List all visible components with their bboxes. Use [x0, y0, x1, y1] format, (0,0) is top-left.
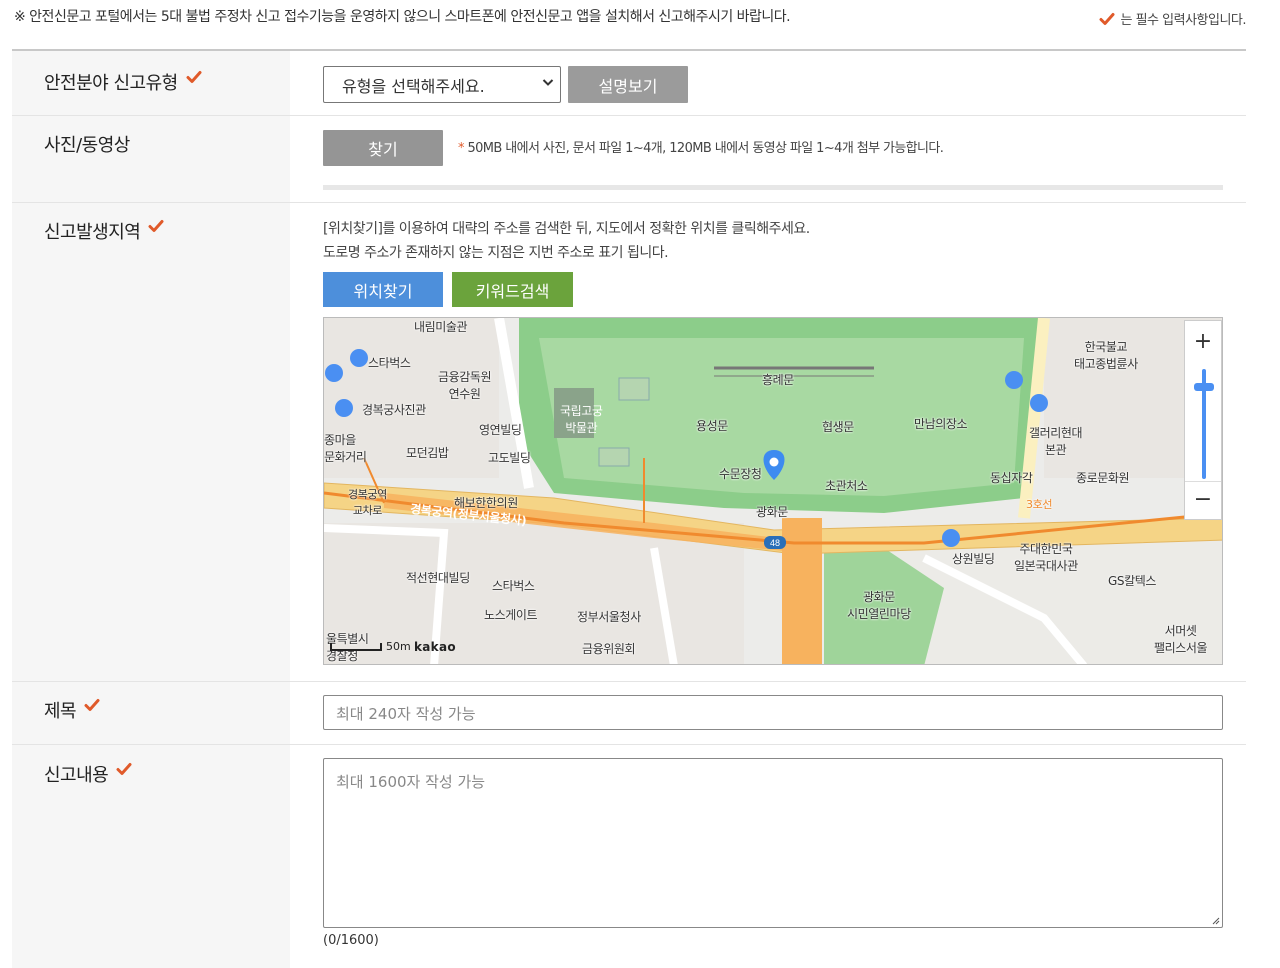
- media-label-text: 사진/동영상: [44, 135, 130, 156]
- media-label: 사진/동영상: [12, 116, 290, 202]
- file-list-area: [323, 185, 1223, 190]
- map-label: 광화문 시민열린마당: [847, 590, 911, 621]
- content-textarea[interactable]: 최대 1600자 작성 가능: [323, 758, 1223, 928]
- map-scale-text: 50m: [386, 640, 411, 653]
- check-icon: [1099, 12, 1114, 25]
- map-label: 스타벅스: [492, 579, 535, 593]
- map-label: 초관처소: [825, 479, 868, 493]
- map-label: 국립고궁 박물관: [560, 404, 603, 435]
- map-label: 스타벅스: [368, 356, 411, 370]
- bus-stop-icon: [1030, 394, 1048, 412]
- title-content: 최대 240자 작성 가능: [290, 682, 1246, 744]
- map-label: 모던김밥: [406, 446, 449, 460]
- map-label: 한국불교 태고종법륜사: [1074, 340, 1138, 371]
- map-label: 영연빌딩: [479, 423, 522, 437]
- row-content: 신고내용 최대 1600자 작성 가능 (0/1600): [12, 745, 1246, 968]
- content-char-counter: (0/1600): [323, 933, 379, 948]
- required-note-text: 는 필수 입력사항입니다.: [1120, 13, 1247, 28]
- bus-stop-icon: [325, 364, 343, 382]
- title-label-text: 제목: [44, 701, 77, 722]
- map-scale-bar: [330, 642, 382, 651]
- map-label: 수문장청: [719, 467, 762, 481]
- map-label: 노스게이트: [484, 608, 538, 622]
- content-content: 최대 1600자 작성 가능 (0/1600): [290, 745, 1246, 968]
- location-label-text: 신고발생지역: [44, 222, 141, 243]
- map-label: 내림미술관: [414, 320, 468, 334]
- map-label: 동십자각: [990, 471, 1033, 485]
- location-guide-line1: [위치찾기]를 이용하여 대략의 주소를 검색한 뒤, 지도에서 정확한 위치를…: [323, 221, 810, 237]
- map-label: 종로문화원: [1076, 471, 1130, 485]
- file-find-button[interactable]: 찾기: [323, 130, 443, 166]
- bus-stop-icon: [335, 399, 353, 417]
- map-label: 상원빌딩: [952, 552, 995, 566]
- report-type-label-text: 안전분야 신고유형: [44, 73, 178, 94]
- map-label: 협생문: [822, 420, 854, 434]
- find-location-button[interactable]: 위치찾기: [323, 272, 443, 307]
- location-guide: [위치찾기]를 이용하여 대략의 주소를 검색한 뒤, 지도에서 정확한 위치를…: [323, 217, 810, 265]
- report-type-label: 안전분야 신고유형: [12, 51, 290, 115]
- map-label: 용성문: [696, 419, 728, 433]
- keyword-search-button[interactable]: 키워드검색: [452, 272, 573, 307]
- map-scale: 50m: [330, 640, 411, 653]
- zoom-slider-handle[interactable]: [1194, 383, 1214, 391]
- report-type-select[interactable]: 유형을 선택해주세요.: [323, 66, 561, 103]
- title-input[interactable]: 최대 240자 작성 가능: [323, 695, 1223, 730]
- bus-stop-icon: [350, 349, 368, 367]
- file-note-text: 50MB 내에서 사진, 문서 파일 1~4개, 120MB 내에서 동영상 파…: [467, 141, 944, 156]
- map-label: 종마을 문화거리: [324, 433, 367, 464]
- zoom-out-button[interactable]: −: [1185, 481, 1221, 517]
- portal-notice: ※ 안전신문고 포털에서는 5대 불법 주정차 신고 접수기능을 운영하지 않으…: [14, 9, 791, 25]
- required-check-icon: [84, 699, 100, 711]
- zoom-in-button[interactable]: +: [1185, 323, 1221, 359]
- report-form: 안전분야 신고유형 유형을 선택해주세요. 설명보기 사진/동영상 찾기 * 5…: [12, 49, 1246, 968]
- row-location: 신고발생지역 [위치찾기]를 이용하여 대략의 주소를 검색한 뒤, 지도에서 …: [12, 203, 1246, 682]
- map-zoom-control: + −: [1184, 320, 1222, 520]
- file-note-star: *: [458, 141, 464, 156]
- report-type-select-value: 유형을 선택해주세요.: [342, 77, 485, 96]
- map-label: 주대한민국 일본국대사관: [1014, 542, 1078, 573]
- media-content: 찾기 * 50MB 내에서 사진, 문서 파일 1~4개, 120MB 내에서 …: [290, 116, 1246, 202]
- location-content: [위치찾기]를 이용하여 대략의 주소를 검색한 뒤, 지도에서 정확한 위치를…: [290, 203, 1246, 681]
- content-label: 신고내용: [12, 745, 290, 968]
- map-label: 3호선: [1026, 498, 1053, 511]
- map-label: 정부서울청사: [577, 610, 641, 624]
- location-label: 신고발생지역: [12, 203, 290, 681]
- map-label: 경복궁역 교차로: [348, 488, 387, 517]
- chevron-down-icon: [542, 79, 554, 86]
- description-button[interactable]: 설명보기: [568, 66, 688, 103]
- resize-handle-icon[interactable]: [1210, 915, 1220, 925]
- location-guide-line2: 도로명 주소가 존재하지 않는 지점은 지번 주소로 표기 됩니다.: [323, 245, 669, 261]
- row-media: 사진/동영상 찾기 * 50MB 내에서 사진, 문서 파일 1~4개, 120…: [12, 116, 1246, 203]
- required-note: 는 필수 입력사항입니다.: [1099, 9, 1247, 28]
- map-label: 서머셋 팰리스서울: [1154, 624, 1208, 655]
- map-label: 경복궁사진관: [362, 403, 426, 417]
- map-label: GS칼텍스: [1108, 574, 1157, 588]
- map-label: 적선현대빌딩: [406, 571, 470, 585]
- route-48-text: 48: [770, 538, 780, 548]
- content-placeholder: 최대 1600자 작성 가능: [336, 773, 486, 791]
- map-view[interactable]: 48 내림미술관 스타벅스 금융감독원 연수원 경복궁사진관 영연빌딩 모던김밥…: [323, 317, 1223, 665]
- bus-stop-icon: [1005, 371, 1023, 389]
- map-label: 갤러리현대 본관: [1029, 426, 1083, 457]
- map-brand: kakao: [414, 640, 456, 654]
- map-label: 광화문: [756, 505, 788, 519]
- bus-stop-icon: [942, 529, 960, 547]
- map-label: 고도빌딩: [488, 451, 531, 465]
- map-label: 흥례문: [762, 373, 794, 387]
- title-label: 제목: [12, 682, 290, 744]
- map-label: 금융위원회: [582, 642, 636, 656]
- required-check-icon: [186, 71, 202, 83]
- required-check-icon: [116, 763, 132, 775]
- content-label-text: 신고내용: [44, 765, 109, 786]
- map-label: 만남의장소: [914, 417, 968, 431]
- required-check-icon: [148, 220, 164, 232]
- report-type-content: 유형을 선택해주세요. 설명보기: [290, 51, 1246, 115]
- row-report-type: 안전분야 신고유형 유형을 선택해주세요. 설명보기: [12, 51, 1246, 116]
- row-title: 제목 최대 240자 작성 가능: [12, 682, 1246, 745]
- file-limit-note: * 50MB 내에서 사진, 문서 파일 1~4개, 120MB 내에서 동영상…: [458, 137, 944, 156]
- map-label: 금융감독원 연수원: [438, 370, 492, 401]
